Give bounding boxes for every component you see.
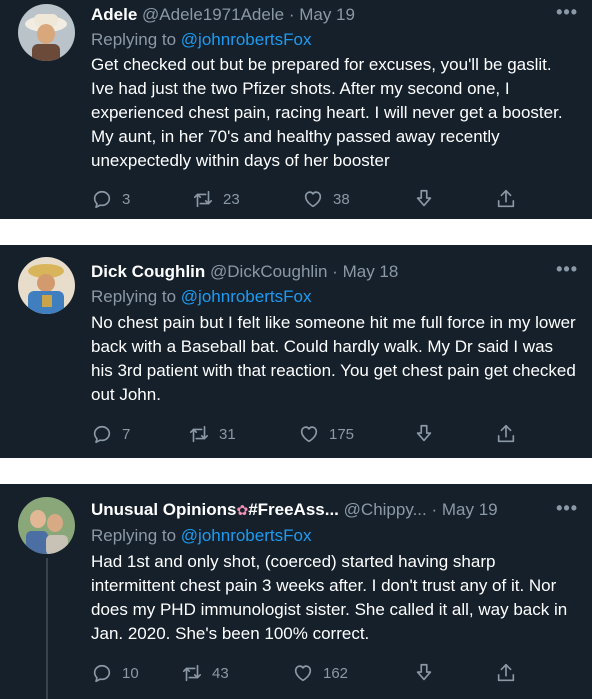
tweet-header: Adele @Adele1971Adele · May 19 (91, 3, 592, 27)
like-button[interactable]: 38 (302, 187, 350, 211)
reply-button[interactable]: 3 (91, 187, 130, 211)
retweet-count: 31 (219, 425, 236, 443)
share-button[interactable] (495, 187, 517, 211)
tweet-actions: 7 31 175 (91, 422, 521, 446)
tweet-date[interactable]: May 18 (343, 262, 399, 281)
like-count: 175 (329, 425, 355, 443)
reply-count: 3 (122, 190, 131, 208)
separator-dot: · (431, 500, 438, 519)
replying-to-mention[interactable]: @johnrobertsFox (181, 30, 312, 49)
tweet-actions: 3 23 38 (91, 187, 521, 211)
retweet-count: 23 (223, 190, 240, 208)
avatar[interactable] (18, 257, 75, 314)
like-count: 38 (333, 190, 350, 208)
download-icon (413, 188, 435, 210)
author-name[interactable]: Unusual Opinions (91, 500, 236, 519)
tweet-date[interactable]: May 19 (442, 500, 498, 519)
retweet-icon (188, 423, 210, 445)
retweet-button[interactable]: 23 (192, 187, 240, 211)
thread-connector-line (46, 558, 48, 699)
author-name[interactable]: Dick Coughlin (91, 262, 205, 281)
retweet-button[interactable]: 43 (181, 661, 229, 685)
share-icon (495, 423, 517, 445)
tweet-card[interactable]: Adele @Adele1971Adele · May 19 ••• Reply… (0, 0, 592, 219)
author-handle[interactable]: @DickCoughlin (210, 262, 327, 281)
more-options-icon[interactable]: ••• (556, 2, 578, 23)
retweet-icon (181, 662, 203, 684)
download-button[interactable] (413, 187, 435, 211)
tweet-actions: 10 43 162 (91, 661, 521, 685)
tweet-text: No chest pain but I felt like someone hi… (91, 313, 576, 404)
separator-dot: · (332, 262, 338, 281)
replying-to-label: Replying to (91, 526, 177, 545)
replying-to-line: Replying to @johnrobertsFox (91, 28, 311, 52)
download-icon (413, 423, 435, 445)
download-icon (413, 662, 435, 684)
replying-to-mention[interactable]: @johnrobertsFox (181, 287, 312, 306)
tweet-text: Had 1st and only shot, (coerced) started… (91, 552, 568, 643)
tweet-card[interactable]: Unusual Opinions✿#FreeAss... @Chippy... … (0, 484, 592, 699)
tweet-date[interactable]: May 19 (299, 5, 355, 24)
replying-to-mention[interactable]: @johnrobertsFox (181, 526, 312, 545)
author-handle[interactable]: @Adele1971Adele (142, 5, 284, 24)
flower-emoji-icon: ✿ (236, 502, 249, 518)
replying-to-label: Replying to (91, 287, 177, 306)
like-icon (292, 662, 314, 684)
avatar[interactable] (18, 497, 75, 554)
like-icon (302, 188, 324, 210)
reply-button[interactable]: 10 (91, 661, 139, 685)
replying-to-line: Replying to @johnrobertsFox (91, 524, 311, 548)
tweet-card[interactable]: Dick Coughlin @DickCoughlin · May 18 •••… (0, 245, 592, 458)
tweet-header: Unusual Opinions✿#FreeAss... @Chippy... … (91, 498, 592, 522)
more-options-icon[interactable]: ••• (556, 259, 578, 280)
author-handle[interactable]: @Chippy... (344, 500, 427, 519)
share-button[interactable] (495, 422, 517, 446)
share-button[interactable] (495, 661, 517, 685)
reply-icon (91, 662, 113, 684)
replying-to-label: Replying to (91, 30, 177, 49)
reply-count: 7 (122, 425, 131, 443)
tweet-text: Get checked out but be prepared for excu… (91, 55, 563, 170)
reply-icon (91, 423, 113, 445)
avatar[interactable] (18, 4, 75, 61)
reply-icon (91, 188, 113, 210)
more-options-icon[interactable]: ••• (556, 498, 578, 519)
like-button[interactable]: 162 (292, 661, 348, 685)
tweet-header: Dick Coughlin @DickCoughlin · May 18 (91, 260, 592, 284)
share-icon (495, 662, 517, 684)
like-button[interactable]: 175 (298, 422, 354, 446)
like-icon (298, 423, 320, 445)
retweet-button[interactable]: 31 (188, 422, 236, 446)
reply-count: 10 (122, 664, 139, 682)
replying-to-line: Replying to @johnrobertsFox (91, 285, 311, 309)
reply-button[interactable]: 7 (91, 422, 130, 446)
retweet-count: 43 (212, 664, 229, 682)
download-button[interactable] (413, 422, 435, 446)
like-count: 162 (323, 664, 349, 682)
separator-dot: · (288, 5, 295, 24)
author-name-suffix[interactable]: #FreeAss... (248, 500, 339, 519)
retweet-icon (192, 188, 214, 210)
author-name[interactable]: Adele (91, 5, 137, 24)
share-icon (495, 188, 517, 210)
download-button[interactable] (413, 661, 435, 685)
